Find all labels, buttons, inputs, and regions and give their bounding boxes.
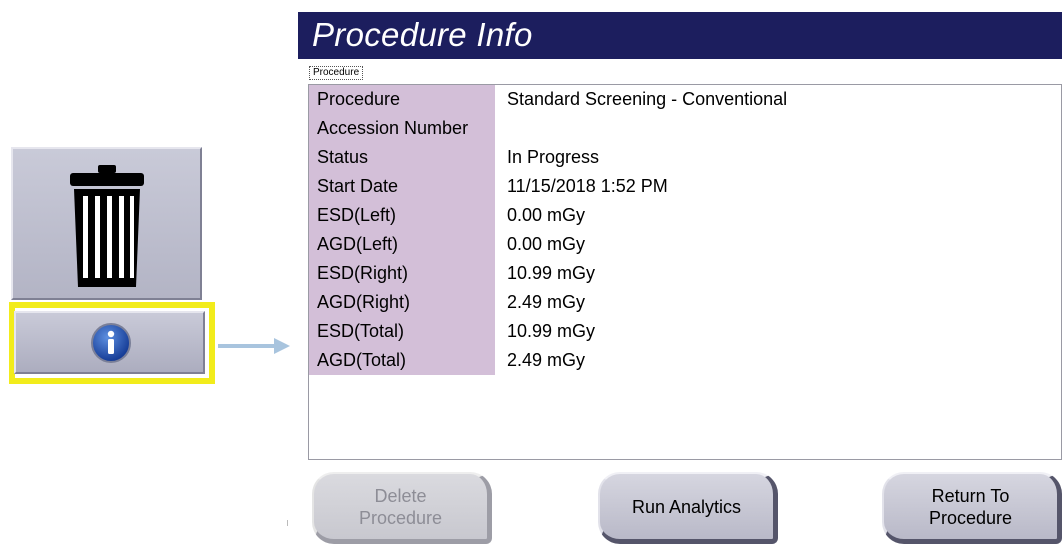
- row-label: ESD(Right): [309, 259, 495, 288]
- row-value: 2.49 mGy: [507, 292, 586, 312]
- info-row-accession-number: Accession Number: [309, 114, 787, 143]
- info-row-esd-total: ESD(Total) 10.99 mGy: [309, 317, 787, 346]
- row-label: ESD(Total): [309, 317, 495, 346]
- row-value: 0.00 mGy: [507, 234, 586, 254]
- dialog-title: Procedure Info: [312, 16, 533, 53]
- trash-icon: [70, 165, 144, 287]
- row-value: 0.00 mGy: [507, 205, 586, 225]
- delete-toolbar-button[interactable]: [11, 147, 202, 300]
- procedure-info-panel: Procedure Standard Screening - Conventio…: [308, 84, 1062, 460]
- row-label: AGD(Total): [309, 346, 495, 375]
- info-row-esd-left: ESD(Left) 0.00 mGy: [309, 201, 787, 230]
- row-value: 10.99 mGy: [507, 321, 596, 341]
- row-value: 11/15/2018 1:52 PM: [507, 176, 668, 196]
- button-label-line: Procedure: [928, 507, 1013, 528]
- info-row-agd-left: AGD(Left) 0.00 mGy: [309, 230, 787, 259]
- dialog-title-bar: Procedure Info: [298, 12, 1062, 59]
- row-value: 10.99 mGy: [507, 263, 596, 283]
- button-label-line: Procedure: [358, 507, 443, 528]
- procedure-info-button[interactable]: [14, 311, 205, 374]
- info-row-status: Status In Progress: [309, 143, 787, 172]
- info-icon: [91, 323, 131, 363]
- info-row-esd-right: ESD(Right) 10.99 mGy: [309, 259, 787, 288]
- row-label: AGD(Left): [309, 230, 495, 259]
- row-value: [495, 114, 787, 143]
- row-value: 2.49 mGy: [507, 350, 586, 370]
- row-value: In Progress: [507, 147, 600, 167]
- row-label: Procedure: [309, 85, 495, 114]
- row-label: Start Date: [309, 172, 495, 201]
- delete-procedure-button[interactable]: Delete Procedure: [312, 472, 492, 544]
- info-row-procedure: Procedure Standard Screening - Conventio…: [309, 85, 787, 114]
- procedure-info-table: Procedure Standard Screening - Conventio…: [309, 85, 787, 375]
- run-analytics-button[interactable]: Run Analytics: [598, 472, 778, 544]
- row-label: Accession Number: [309, 114, 495, 143]
- row-label: AGD(Right): [309, 288, 495, 317]
- info-row-agd-right: AGD(Right) 2.49 mGy: [309, 288, 787, 317]
- tab-procedure[interactable]: Procedure: [309, 66, 364, 80]
- button-label: Run Analytics: [631, 496, 742, 517]
- button-label-line: Delete: [374, 485, 427, 506]
- row-label: Status: [309, 143, 495, 172]
- info-row-agd-total: AGD(Total) 2.49 mGy: [309, 346, 787, 375]
- divider: [287, 520, 288, 526]
- return-to-procedure-button[interactable]: Return To Procedure: [882, 472, 1062, 544]
- info-row-start-date: Start Date 11/15/2018 1:52 PM: [309, 172, 787, 201]
- arrow-icon: [218, 338, 290, 354]
- row-label: ESD(Left): [309, 201, 495, 230]
- row-value: Standard Screening - Conventional: [507, 89, 788, 109]
- button-label-line: Return To: [931, 485, 1010, 506]
